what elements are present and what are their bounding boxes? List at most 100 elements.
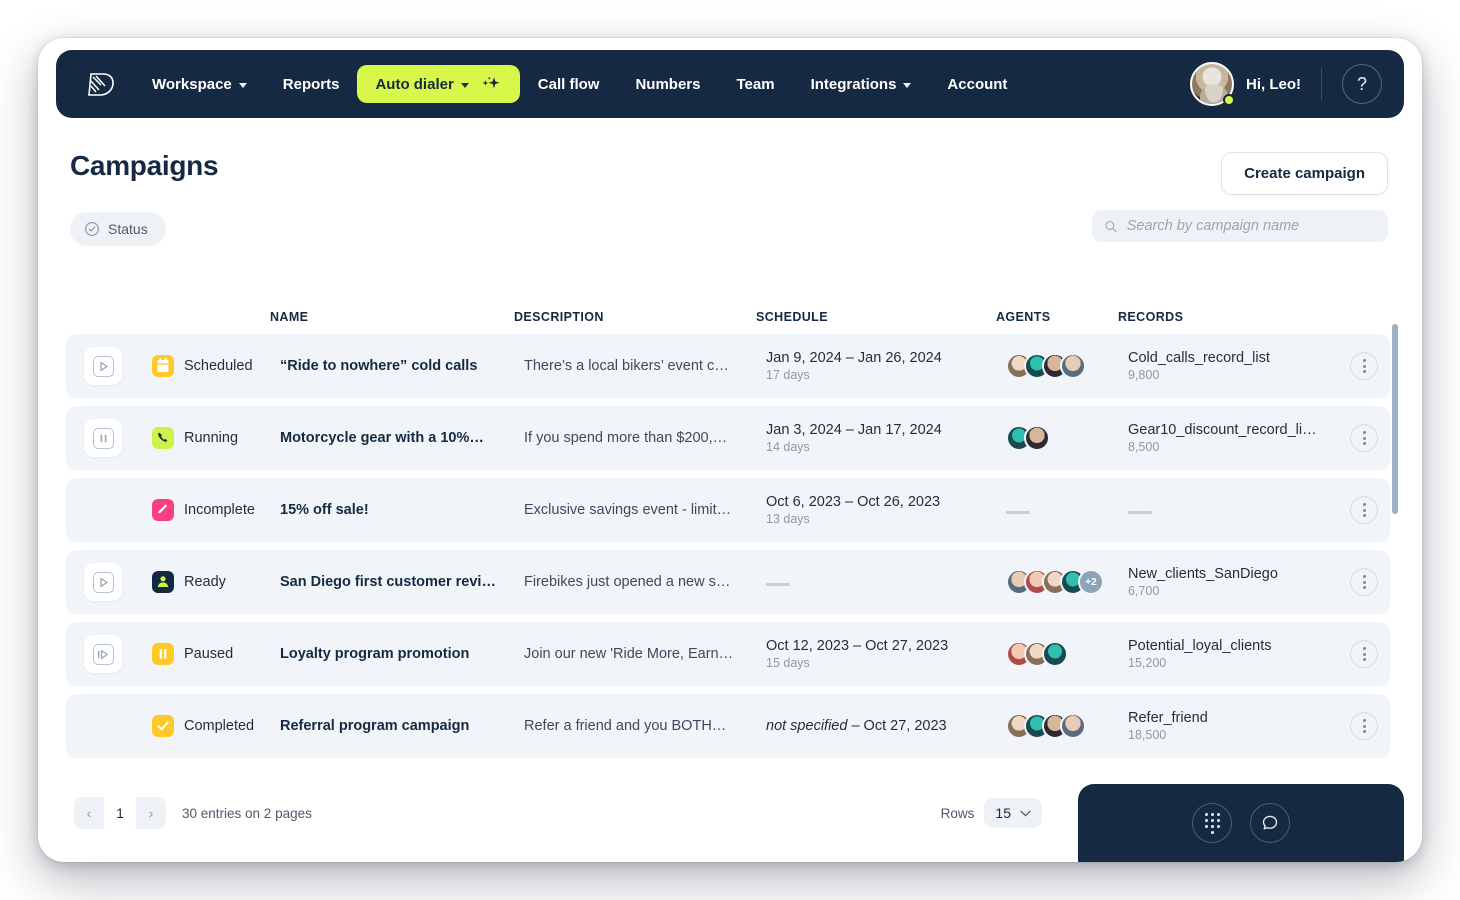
name-cell: San Diego first customer revi… [280,574,524,590]
record-count: 8,500 [1128,440,1160,454]
table-row[interactable]: Scheduled “Ride to nowhere” cold calls The… [66,334,1390,398]
schedule-range: Jan 9, 2024 – Jan 26, 2024 [766,350,1006,366]
row-more-options-icon[interactable] [1350,568,1378,596]
floating-call-widget [1078,784,1404,862]
status-filter-chip[interactable]: Status [70,212,166,246]
status-badge: Completed [184,718,255,734]
agents-cell [1006,641,1128,667]
check-circle-icon [84,221,100,237]
status-cell: Ready [152,571,280,593]
description-cell: Firebikes just opened a new s… [524,574,766,590]
chat-bubble-icon[interactable] [1250,803,1290,843]
campaign-description: Exclusive savings event - limit… [524,502,732,518]
name-cell: Loyalty program promotion [280,646,524,662]
status-cell: Scheduled [152,355,280,377]
nav-item-workspace[interactable]: Workspace [134,66,265,103]
description-cell: If you spend more than $200,… [524,430,766,446]
schedule-duration: 14 days [766,440,810,454]
nav-item-integrations[interactable]: Integrations [793,66,930,103]
row-menu-cell [1336,568,1396,596]
pause-icon [152,643,174,665]
schedule-duration: 17 days [766,368,810,382]
nav-item-label: Team [736,75,775,93]
play-dark-icon [92,571,114,593]
nav-item-label: Numbers [635,75,701,93]
schedule-range: Oct 12, 2023 – Oct 27, 2023 [766,638,1006,654]
column-header-name: NAME [270,310,309,324]
table-scrollbar[interactable] [1392,324,1398,754]
row-action-cell [66,347,152,385]
record-list-name: New_clients_SanDiego [1128,566,1278,582]
rows-per-page-control: Rows 15 [941,798,1042,828]
campaign-name: San Diego first customer revi… [280,574,496,590]
agent-avatar-stack[interactable] [1006,641,1128,667]
status-badge: Paused [184,646,234,662]
table-row[interactable]: Completed Referral program campaign Refer … [66,694,1390,758]
pause-button[interactable] [84,419,122,457]
table-row[interactable]: Incomplete 15% off sale! Exclusive savings… [66,478,1390,542]
nav-item-label: Auto dialer [375,75,454,93]
row-more-options-icon[interactable] [1350,424,1378,452]
description-cell: Exclusive savings event - limit… [524,502,766,518]
agent-avatar-stack[interactable] [1006,353,1128,379]
prev-page-button[interactable]: ‹ [74,797,104,829]
create-campaign-button[interactable]: Create campaign [1221,152,1388,195]
current-page-number[interactable]: 1 [104,797,136,829]
nav-item-account[interactable]: Account [929,66,1025,103]
schedule-duration: 13 days [766,512,810,526]
name-cell: “Ride to nowhere” cold calls [280,358,524,374]
nav-item-team[interactable]: Team [719,66,793,103]
row-more-options-icon[interactable] [1350,712,1378,740]
next-page-button[interactable]: › [136,797,166,829]
dialpad-icon[interactable] [1192,803,1232,843]
sparkle-icon [478,75,502,93]
records-cell [1128,501,1336,519]
schedule-cell: Oct 6, 2023 – Oct 26, 2023 13 days [766,494,1006,526]
campaigns-table: NAME DESCRIPTION SCHEDULE AGENTS RECORDS… [56,282,1404,774]
help-icon[interactable]: ? [1342,64,1382,104]
play-button[interactable] [84,347,122,385]
calendar-icon [152,355,174,377]
nav-divider [1321,67,1322,101]
table-row[interactable]: Running Motorcycle gear with a 10%… If you… [66,406,1390,470]
rows-per-page-select[interactable]: 15 [984,798,1042,828]
rows-per-page-value: 15 [995,805,1011,821]
search-input[interactable] [1126,218,1376,234]
nav-item-auto-dialer[interactable]: Auto dialer [357,65,520,103]
nav-item-call-flow[interactable]: Call flow [520,66,618,103]
row-more-options-icon[interactable] [1350,496,1378,524]
agent-avatar-stack[interactable] [1006,425,1128,451]
records-cell: Cold_calls_record_list 9,800 [1128,350,1336,382]
empty-placeholder [1128,511,1152,514]
status-cell: Running [152,427,280,449]
description-cell: Join our new 'Ride More, Earn… [524,646,766,662]
avatar[interactable] [1190,62,1235,106]
agent-avatar-stack[interactable] [1006,713,1128,739]
page-title: Campaigns [70,150,219,181]
table-body: Scheduled “Ride to nowhere” cold calls The… [56,334,1404,758]
column-header-agents: AGENTS [996,310,1051,324]
row-more-options-icon[interactable] [1350,640,1378,668]
pause-icon [92,427,114,449]
resume-button[interactable] [84,635,122,673]
play-dark-button[interactable] [84,563,122,601]
nav-item-reports[interactable]: Reports [265,66,358,103]
row-menu-cell [1336,496,1396,524]
nav-item-numbers[interactable]: Numbers [617,66,718,103]
status-badge: Scheduled [184,358,253,374]
campaign-description: Refer a friend and you BOTH… [524,718,727,734]
nav-item-label: Account [947,75,1008,93]
nav-items: Workspace Reports Auto dialer Call flow Numb… [134,65,1025,103]
row-menu-cell [1336,352,1396,380]
schedule-duration: 15 days [766,656,810,670]
records-cell: New_clients_SanDiego 6,700 [1128,566,1336,598]
play-icon [92,355,114,377]
row-more-options-icon[interactable] [1350,352,1378,380]
online-status-badge [1223,94,1235,106]
brand-logo-icon[interactable] [80,64,120,104]
record-list-name: Refer_friend [1128,710,1208,726]
table-row[interactable]: Ready San Diego first customer revi… Fireb… [66,550,1390,614]
agent-avatar-stack[interactable]: +2 [1006,569,1128,595]
table-row[interactable]: Paused Loyalty program promotion Join our … [66,622,1390,686]
table-footer: ‹ 1 › 30 entries on 2 pages Rows 15 [56,782,1060,844]
